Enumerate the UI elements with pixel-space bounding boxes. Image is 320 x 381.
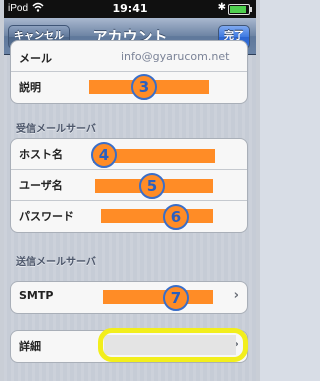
description-label: 説明 <box>19 81 41 94</box>
marker-7: 7 <box>163 285 189 311</box>
host-label: ホスト名 <box>19 148 63 161</box>
bluetooth-icon: ✱ <box>217 2 226 13</box>
password-redaction <box>101 209 213 223</box>
account-group: メール info@gyarucom.net 説明 3 <box>10 40 248 104</box>
marker-4: 4 <box>91 142 117 168</box>
email-value: info@gyarucom.net <box>121 50 230 63</box>
marker-5: 5 <box>139 173 165 199</box>
marker-3: 3 <box>131 74 157 100</box>
email-row[interactable]: メール info@gyarucom.net <box>11 41 247 72</box>
smtp-redaction <box>103 290 213 304</box>
outgoing-server-header: 送信メールサーバ <box>16 257 96 268</box>
outgoing-group: SMTP 7 › <box>10 281 248 314</box>
status-bar: iPod 19:41 ✱ <box>4 0 256 18</box>
smtp-row[interactable]: SMTP 7 › <box>11 282 247 312</box>
email-label: メール <box>19 52 52 65</box>
username-label: ユーザ名 <box>19 179 63 192</box>
password-row[interactable]: パスワード 6 <box>11 201 247 231</box>
description-row[interactable]: 説明 3 <box>11 72 247 102</box>
marker-6: 6 <box>163 204 189 230</box>
highlight-annotation <box>98 328 248 362</box>
battery-icon <box>228 4 252 15</box>
incoming-server-header: 受信メールサーバ <box>16 124 96 135</box>
incoming-group: ホスト名 4 ユーザ名 5 パスワード 6 <box>10 138 248 233</box>
host-row[interactable]: ホスト名 4 <box>11 139 247 170</box>
username-row[interactable]: ユーザ名 5 <box>11 170 247 201</box>
details-label: 詳細 <box>19 340 41 353</box>
chevron-right-icon: › <box>233 288 239 303</box>
smtp-label: SMTP <box>19 289 54 302</box>
password-label: パスワード <box>19 210 74 223</box>
screen: iPod 19:41 ✱ キャンセル アカウント 完了 メール info@gya… <box>4 0 256 381</box>
